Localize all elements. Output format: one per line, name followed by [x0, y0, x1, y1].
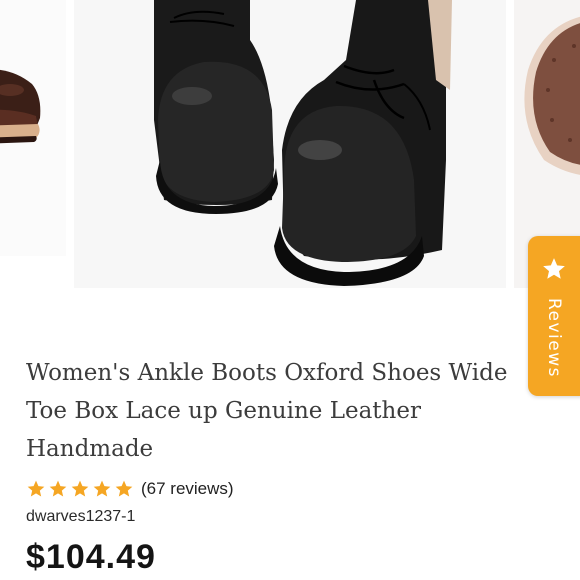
product-title: Women's Ankle Boots Oxford Shoes Wide To…: [26, 360, 508, 462]
star-icon: [71, 480, 89, 497]
star-icon: [27, 480, 45, 497]
star-rating: [26, 479, 134, 499]
star-icon: [543, 258, 565, 279]
carousel-slide-previous[interactable]: [0, 0, 66, 256]
product-page: Reviews Women's Ankle Boots Oxford Shoes…: [0, 0, 580, 580]
review-count-link[interactable]: (67 reviews): [141, 479, 234, 499]
black-boots-image: [74, 0, 506, 288]
star-icon: [115, 480, 133, 497]
star-icon: [93, 480, 111, 497]
image-carousel[interactable]: [0, 0, 580, 300]
carousel-slide-current[interactable]: [74, 0, 506, 288]
reviews-tab-label: Reviews: [544, 297, 564, 379]
rating-summary[interactable]: (67 reviews): [26, 478, 234, 500]
brown-boot-image: [0, 0, 66, 256]
product-sku: dwarves1237-1: [26, 508, 136, 525]
product-price: $104.49: [26, 538, 156, 576]
star-icon: [49, 480, 67, 497]
